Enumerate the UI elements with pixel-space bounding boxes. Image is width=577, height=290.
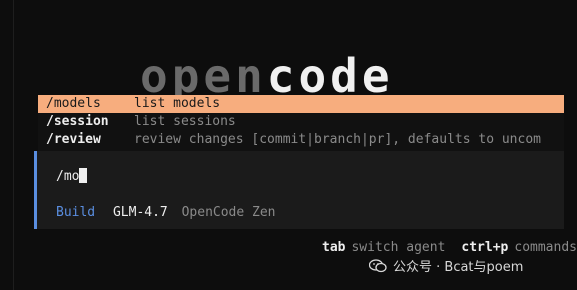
menu-item-command: /review xyxy=(46,132,101,147)
menu-item-description: list models xyxy=(134,96,221,111)
menu-item-description: review changes [commit|branch|pr], defau… xyxy=(134,132,541,147)
watermark-text: 公众号 · Bcat与poem xyxy=(393,260,524,275)
keyboard-hints: tab switch agent ctrl+p commands xyxy=(322,239,577,257)
agent-status-row: Build GLM-4.7 OpenCode Zen xyxy=(56,204,276,222)
provider-name: OpenCode Zen xyxy=(181,205,276,220)
menu-item-session[interactable]: /session list sessions xyxy=(38,113,564,131)
hint-key-ctrl-p: ctrl+p xyxy=(461,240,509,255)
command-dropdown: /models list models /session list sessio… xyxy=(38,95,564,151)
opencode-logo: opencode xyxy=(140,53,394,99)
left-divider xyxy=(13,0,14,290)
menu-item-description: list sessions xyxy=(134,114,236,129)
hint-key-tab: tab xyxy=(322,240,346,255)
model-name[interactable]: GLM-4.7 xyxy=(113,205,168,220)
wechat-icon xyxy=(369,259,387,273)
agent-name[interactable]: Build xyxy=(56,205,95,220)
prompt-box[interactable]: /mo Build GLM-4.7 OpenCode Zen xyxy=(34,151,564,229)
menu-item-review[interactable]: /review review changes [commit|branch|pr… xyxy=(38,131,564,149)
menu-item-command: /session xyxy=(46,114,109,129)
menu-item-command: /models xyxy=(46,96,101,111)
watermark: 公众号 · Bcat与poem xyxy=(369,258,523,278)
prompt-input[interactable]: /mo xyxy=(56,168,88,186)
prompt-input-text: /mo xyxy=(56,169,80,184)
menu-item-models[interactable]: /models list models xyxy=(38,95,564,113)
hint-label-commands: commands xyxy=(514,240,577,255)
text-cursor xyxy=(79,168,88,183)
hint-label-switch-agent: switch agent xyxy=(351,240,446,255)
